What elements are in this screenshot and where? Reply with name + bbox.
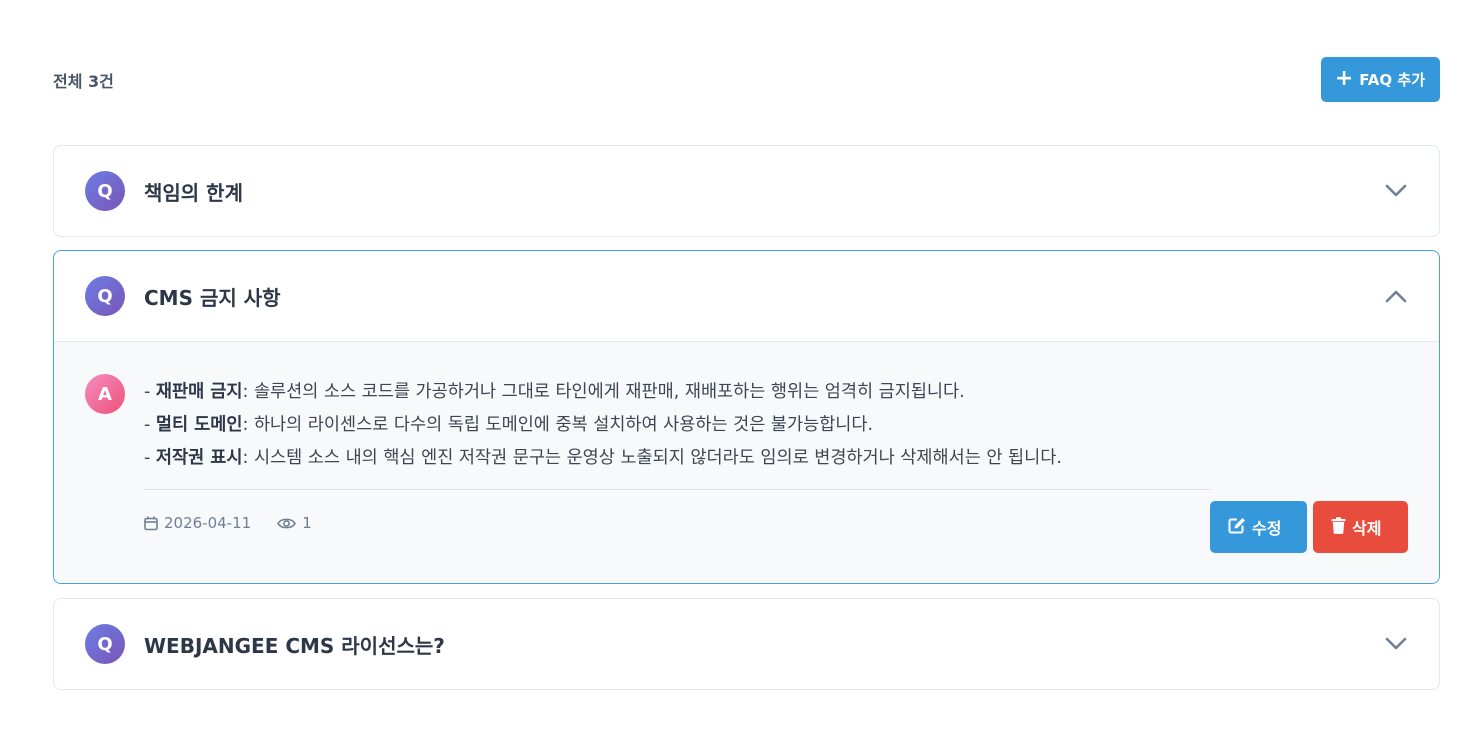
delete-button[interactable]: 삭제 — [1313, 501, 1408, 553]
line-keyword: 재판매 금지 — [155, 382, 243, 402]
question-badge: Q — [85, 171, 125, 211]
faq-question-header[interactable]: Q CMS 금지 사항 — [54, 251, 1439, 341]
line-prefix: - — [144, 448, 156, 468]
line-keyword: 멀티 도메인 — [155, 415, 243, 435]
question-badge: Q — [85, 624, 125, 664]
add-faq-button[interactable]: + FAQ 추가 — [1320, 57, 1440, 102]
faq-question-title: 책임의 한계 — [144, 180, 243, 205]
answer-badge: A — [85, 374, 125, 414]
faq-question-header[interactable]: Q WEBJANGEE CMS 라이선스는? — [54, 599, 1439, 689]
add-faq-button-label: FAQ 추가 — [1359, 71, 1425, 89]
line-text: : 솔루션의 소스 코드를 가공하거나 그대로 타인에게 재판매, 재배포하는 … — [242, 382, 965, 402]
chevron-down-icon[interactable] — [1384, 179, 1408, 203]
faq-item-expanded: Q CMS 금지 사항 A - 재판매 금지: 솔루션의 소스 코드를 가공하거… — [53, 250, 1440, 584]
edit-icon — [1228, 517, 1246, 538]
chevron-up-icon[interactable] — [1384, 284, 1408, 308]
edit-button[interactable]: 수정 — [1210, 501, 1307, 553]
faq-item: Q WEBJANGEE CMS 라이선스는? — [53, 598, 1440, 690]
faq-item: Q 책임의 한계 — [53, 145, 1440, 237]
faq-question-header[interactable]: Q 책임의 한계 — [54, 146, 1439, 236]
line-prefix: - — [144, 415, 156, 435]
faq-question-title: CMS 금지 사항 — [144, 285, 281, 310]
question-badge: Q — [85, 276, 125, 316]
eye-icon — [277, 517, 297, 530]
plus-icon: + — [1334, 65, 1354, 91]
trash-icon — [1331, 516, 1346, 538]
line-text: : 시스템 소스 내의 핵심 엔진 저작권 문구는 운영상 노출되지 않더라도 … — [242, 448, 1062, 468]
delete-button-label: 삭제 — [1352, 519, 1382, 538]
faq-view-count: 1 — [302, 514, 312, 532]
line-prefix: - — [144, 382, 156, 402]
faq-question-title: WEBJANGEE CMS 라이선스는? — [144, 633, 445, 658]
answer-line: - 멀티 도메인: 하나의 라이센스로 다수의 독립 도메인에 중복 설치하여 … — [144, 409, 1214, 442]
faq-answer-text: - 재판매 금지: 솔루션의 소스 코드를 가공하거나 그대로 타인에게 재판매… — [144, 376, 1214, 475]
chevron-down-icon[interactable] — [1384, 632, 1408, 656]
faq-meta: 2026-04-11 1 — [144, 514, 312, 532]
total-count: 전체 3건 — [53, 71, 114, 91]
faq-answer-panel: A - 재판매 금지: 솔루션의 소스 코드를 가공하거나 그대로 타인에게 재… — [54, 341, 1439, 583]
answer-divider — [144, 489, 1211, 490]
line-text: : 하나의 라이센스로 다수의 독립 도메인에 중복 설치하여 사용하는 것은 … — [242, 415, 874, 435]
answer-line: - 저작권 표시: 시스템 소스 내의 핵심 엔진 저작권 문구는 운영상 노출… — [144, 442, 1214, 475]
faq-actions: 수정 삭제 — [1210, 501, 1408, 553]
faq-admin-page: 전체 3건 + FAQ 추가 Q 책임의 한계 Q CMS 금지 사항 A - … — [0, 0, 1472, 733]
faq-date: 2026-04-11 — [164, 514, 252, 532]
answer-line: - 재판매 금지: 솔루션의 소스 코드를 가공하거나 그대로 타인에게 재판매… — [144, 376, 1214, 409]
edit-button-label: 수정 — [1252, 519, 1282, 538]
calendar-icon — [144, 516, 158, 531]
line-keyword: 저작권 표시 — [155, 448, 243, 468]
faq-toolbar: 전체 3건 + FAQ 추가 — [53, 57, 1440, 102]
